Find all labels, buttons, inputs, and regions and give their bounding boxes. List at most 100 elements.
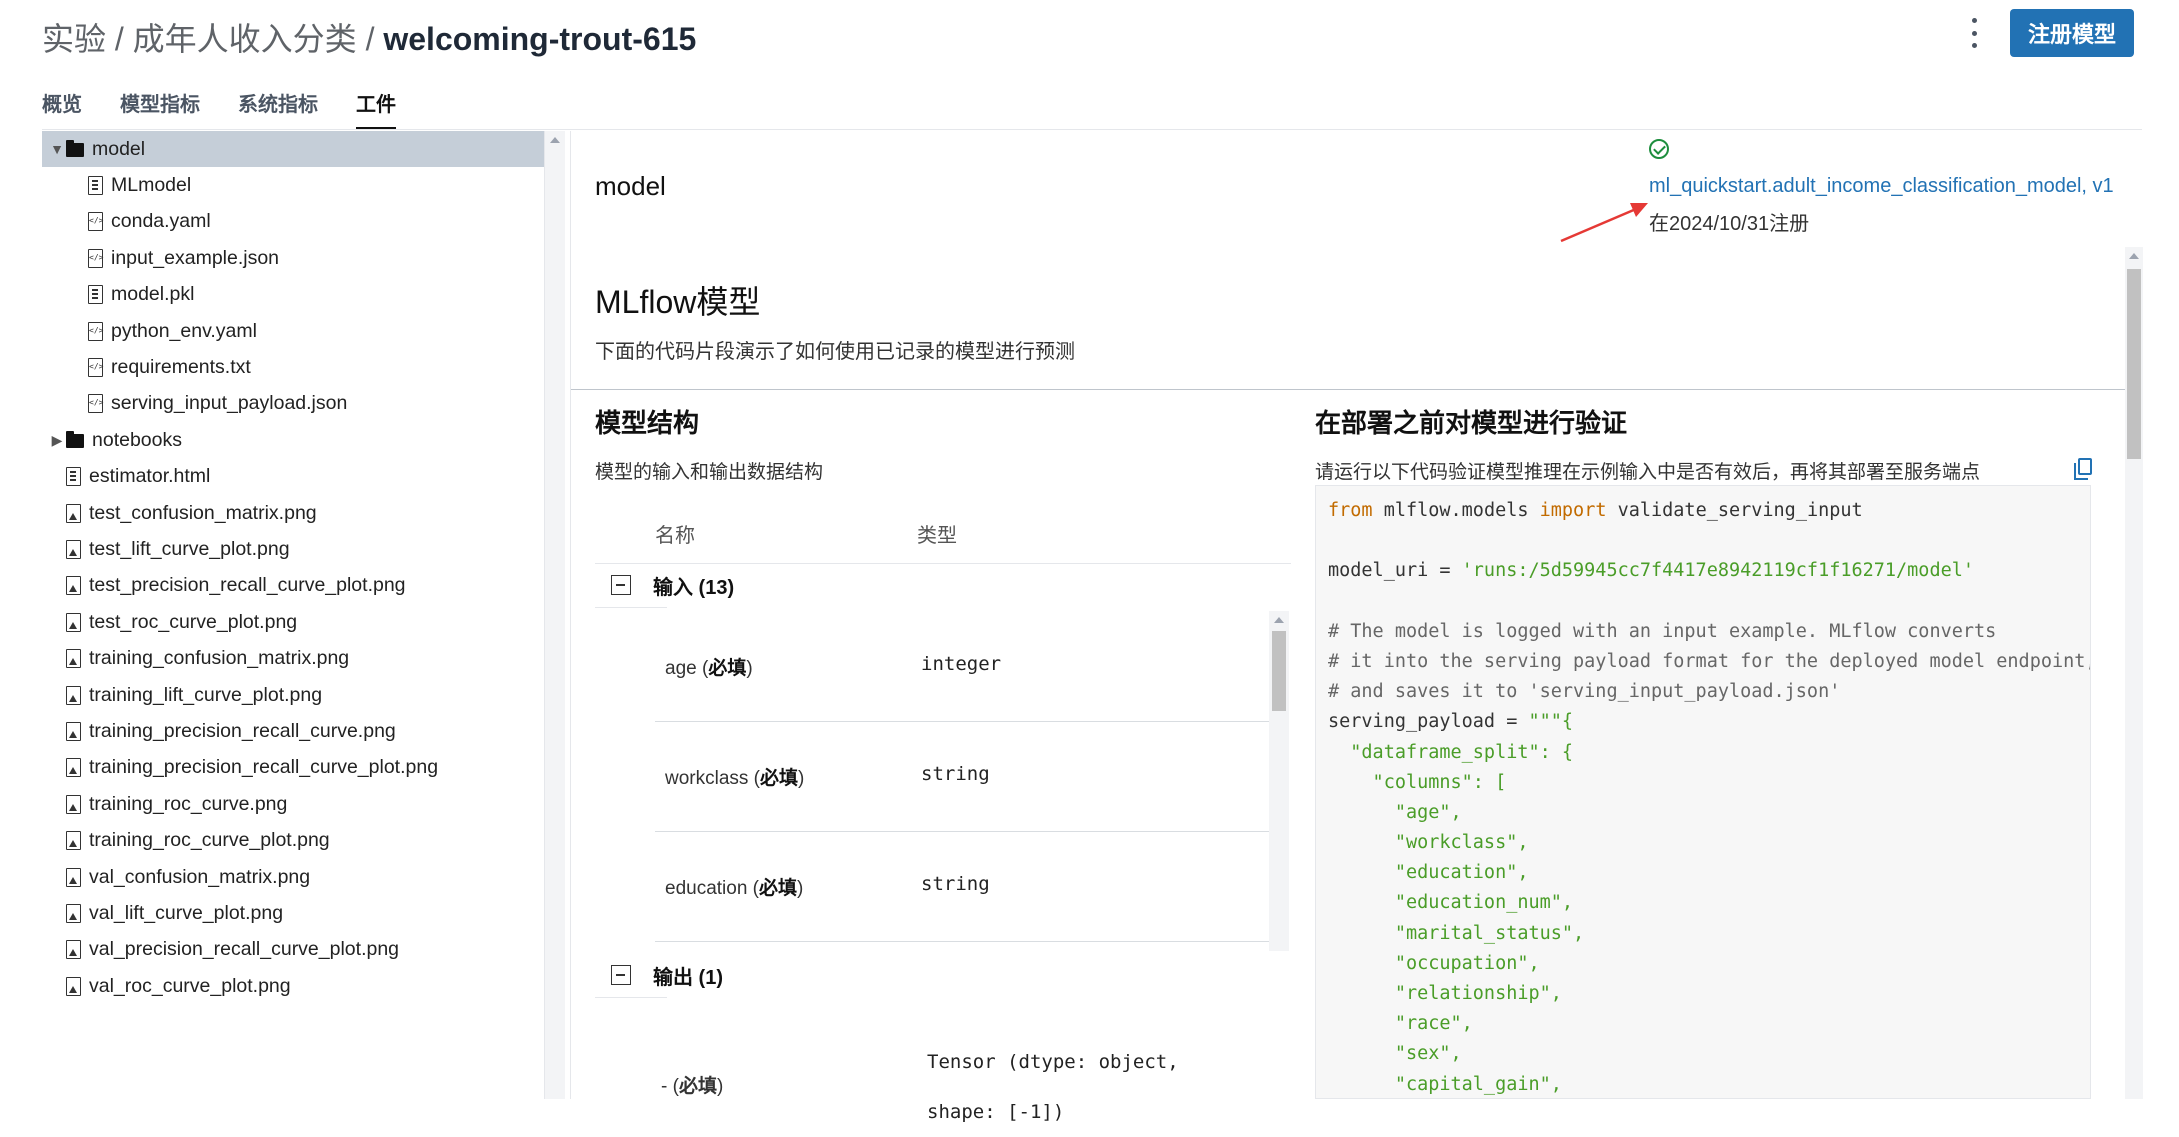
code-line: "columns": [ (1328, 771, 1507, 793)
tree-file[interactable]: </> serving_input_payload.json (42, 386, 544, 422)
image-file-icon (66, 794, 81, 814)
tree-file[interactable]: training_roc_curve.png (42, 786, 544, 822)
image-file-icon (66, 940, 81, 960)
outputs-label: 输出 (1) (653, 966, 723, 989)
tree-item-label: training_precision_recall_curve_plot.png (89, 756, 439, 779)
tree-folder[interactable]: ▼ model (42, 131, 544, 168)
code-file-icon: </> (88, 212, 103, 232)
copy-icon[interactable] (2074, 458, 2092, 480)
tree-file[interactable]: </> requirements.txt (42, 349, 544, 385)
tree-file[interactable]: training_precision_recall_curve.png (42, 713, 544, 749)
inputs-label: 输入 (13) (653, 576, 735, 599)
image-file-icon (66, 612, 81, 632)
artifact-title: model (595, 171, 666, 201)
image-file-icon (66, 685, 81, 705)
file-icon (88, 176, 103, 196)
table-row: age (必填) integer (655, 611, 1271, 722)
tree-file[interactable]: val_lift_curve_plot.png (42, 895, 544, 931)
tree-file[interactable]: model.pkl (42, 277, 544, 313)
tree-file[interactable]: test_lift_curve_plot.png (42, 531, 544, 567)
more-options-icon[interactable] (1968, 18, 1980, 48)
tree-file[interactable]: </> python_env.yaml (42, 313, 544, 349)
inputs-scrollbar[interactable] (1269, 611, 1289, 951)
tree-file[interactable]: </> conda.yaml (42, 204, 544, 240)
table-row: education (必填) string (655, 831, 1271, 942)
tree-file[interactable]: val_roc_curve_plot.png (42, 968, 544, 1004)
code-line: # it into the serving payload format for… (1328, 650, 2091, 672)
tree-file[interactable]: test_confusion_matrix.png (42, 495, 544, 531)
scroll-thumb[interactable] (2127, 269, 2141, 459)
mlflow-heading: MLflow模型 (595, 284, 761, 320)
tree-item-label: serving_input_payload.json (111, 392, 348, 415)
tab-bar: 概览 模型指标 系统指标 工件 (42, 90, 396, 130)
registered-model-link[interactable]: ml_quickstart.adult_income_classificatio… (1649, 175, 2114, 198)
code-line: "relationship", (1328, 983, 1562, 1004)
image-file-icon (66, 721, 81, 741)
inputs-table: age (必填) integer workclass (必填) string e… (595, 611, 1291, 951)
tab-artifacts[interactable]: 工件 (356, 90, 396, 130)
tab-overview[interactable]: 概览 (42, 90, 82, 130)
code-file-icon: </> (88, 394, 103, 414)
register-model-button[interactable]: 注册模型 (2010, 9, 2134, 57)
tree-file[interactable]: training_confusion_matrix.png (42, 640, 544, 676)
tree-item-label: val_roc_curve_plot.png (89, 974, 291, 997)
tree-file[interactable]: test_roc_curve_plot.png (42, 604, 544, 640)
code-line: # and saves it to 'serving_input_payload… (1328, 681, 1841, 703)
code-line: "education_num", (1328, 892, 1574, 914)
panel-scrollbar[interactable] (2125, 247, 2143, 1099)
schema-description: 模型的输入和输出数据结构 (595, 462, 824, 483)
scroll-thumb[interactable] (1272, 631, 1286, 711)
tree-item-label: training_precision_recall_curve.png (89, 719, 396, 742)
scroll-up-icon[interactable] (2129, 253, 2139, 259)
image-file-icon (66, 976, 81, 996)
tree-item-label: val_confusion_matrix.png (89, 865, 311, 888)
caret-right-icon[interactable]: ▶ (48, 432, 66, 449)
field-name: age (必填) (665, 658, 753, 679)
tree-item-label: training_roc_curve.png (89, 792, 288, 815)
code-line: "education", (1328, 862, 1529, 884)
inputs-group[interactable]: 输入 (13) (595, 565, 734, 605)
collapse-icon[interactable] (611, 575, 631, 595)
tree-folder[interactable]: ▶ notebooks (42, 422, 544, 458)
collapse-icon[interactable] (611, 965, 631, 985)
code-snippet[interactable]: from mlflow.models import validate_servi… (1315, 485, 2091, 1099)
file-icon (88, 285, 103, 305)
tree-item-label: val_precision_recall_curve_plot.png (89, 938, 400, 961)
tree-file[interactable]: </> input_example.json (42, 240, 544, 276)
scroll-up-icon[interactable] (550, 137, 560, 143)
field-name: workclass (必填) (665, 768, 805, 789)
tree-file[interactable]: estimator.html (42, 459, 544, 495)
group-divider (595, 607, 667, 608)
section-divider (571, 389, 2125, 390)
image-file-icon (66, 503, 81, 523)
image-file-icon (66, 649, 81, 669)
tree-file[interactable]: training_roc_curve_plot.png (42, 822, 544, 858)
breadcrumb-path[interactable]: 实验 / 成年人收入分类 / (42, 21, 383, 57)
tree-file[interactable]: MLmodel (42, 167, 544, 203)
tree-file[interactable]: test_precision_recall_curve_plot.png (42, 568, 544, 604)
tree-file[interactable]: training_lift_curve_plot.png (42, 677, 544, 713)
tree-file[interactable]: val_precision_recall_curve_plot.png (42, 932, 544, 968)
code-file-icon: </> (88, 358, 103, 378)
scroll-up-icon[interactable] (1274, 617, 1284, 623)
tree-item-label: test_lift_curve_plot.png (89, 537, 290, 560)
tabs-divider (42, 129, 2142, 130)
folder-icon (66, 139, 84, 159)
mlflow-description: 下面的代码片段演示了如何使用已记录的模型进行预测 (595, 341, 1075, 363)
tree-item-label: requirements.txt (111, 356, 251, 379)
tree-scrollbar[interactable] (544, 131, 565, 1099)
code-line: "occupation", (1328, 952, 1540, 974)
tree-file[interactable]: val_confusion_matrix.png (42, 859, 544, 895)
column-header-name: 名称 (655, 525, 695, 547)
tree-item-label: test_precision_recall_curve_plot.png (89, 574, 406, 597)
caret-down-icon[interactable]: ▼ (48, 141, 66, 157)
table-row: workclass (必填) string (655, 721, 1271, 832)
tree-item-label: input_example.json (111, 246, 280, 269)
tree-file[interactable]: training_precision_recall_curve_plot.png (42, 750, 544, 786)
schema-title: 模型结构 (595, 408, 700, 438)
tab-system-metrics[interactable]: 系统指标 (238, 90, 318, 130)
tab-model-metrics[interactable]: 模型指标 (120, 90, 200, 130)
outputs-group[interactable]: 输出 (1) (595, 955, 723, 995)
field-type: string (921, 873, 990, 895)
